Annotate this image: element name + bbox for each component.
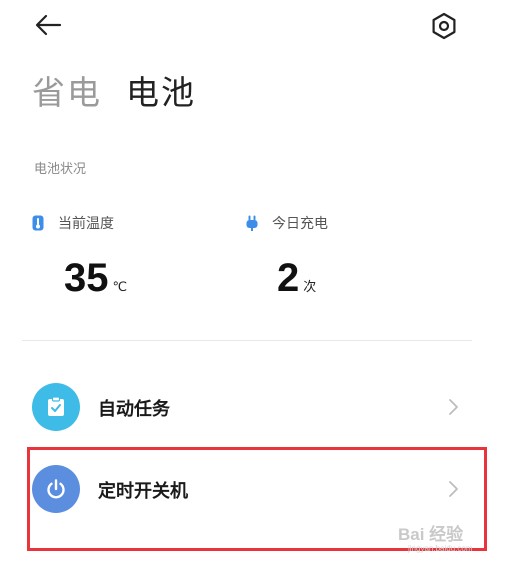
temperature-label: 当前温度 xyxy=(58,216,114,232)
divider xyxy=(22,340,472,341)
auto-task-item[interactable]: 自动任务 xyxy=(0,374,518,440)
temperature-value: 35 xyxy=(64,256,109,300)
clipboard-check-icon xyxy=(48,396,64,416)
watermark-main: Bai 经验 xyxy=(398,525,464,544)
charge-today-label: 今日充电 xyxy=(272,216,328,232)
settings-button[interactable] xyxy=(428,10,460,42)
temperature-unit: ℃ xyxy=(112,280,128,295)
arrow-left-icon xyxy=(35,14,62,36)
charge-today-stat: 今日充电 2 次 xyxy=(246,212,328,301)
watermark: Bai 经验 jingyan.baidu.com xyxy=(396,520,496,560)
chevron-right-icon xyxy=(449,399,458,415)
thermometer-icon xyxy=(32,215,44,231)
charge-today-unit: 次 xyxy=(303,280,317,295)
back-button[interactable] xyxy=(32,12,64,40)
mode-tabs: 省电 电池 xyxy=(32,66,196,116)
auto-task-label: 自动任务 xyxy=(98,399,170,420)
battery-status-title: 电池状况 xyxy=(34,162,87,177)
tab-battery[interactable]: 电池 xyxy=(126,66,196,114)
tab-power-saving[interactable]: 省电 xyxy=(32,66,102,114)
top-bar xyxy=(0,0,518,60)
temperature-stat: 当前温度 35 ℃ xyxy=(32,212,127,301)
auto-task-icon-badge xyxy=(32,383,80,431)
watermark-sub: jingyan.baidu.com xyxy=(408,544,473,553)
charge-today-value: 2 xyxy=(277,256,300,300)
settings-hex-icon xyxy=(432,12,456,40)
plug-icon xyxy=(246,215,258,231)
